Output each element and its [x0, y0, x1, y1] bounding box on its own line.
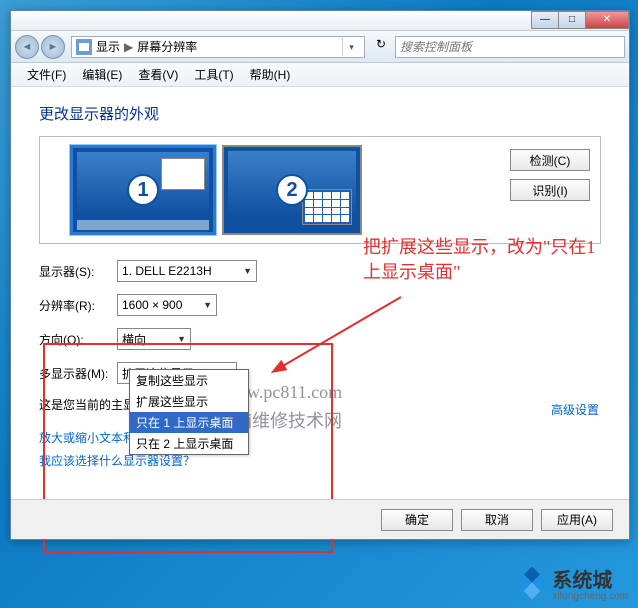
titlebar: — □ ✕: [11, 11, 629, 31]
refresh-button[interactable]: ↻: [371, 37, 391, 57]
advanced-settings-link[interactable]: 高级设置: [551, 401, 599, 418]
monitor-2-badge: 2: [276, 174, 308, 206]
dropdown-opt-extend[interactable]: 扩展这些显示: [130, 391, 248, 412]
dropdown-opt-only1[interactable]: 只在 1 上显示桌面: [130, 412, 248, 433]
multi-display-dropdown: 复制这些显示 扩展这些显示 只在 1 上显示桌面 只在 2 上显示桌面: [129, 369, 249, 455]
chevron-down-icon: ▼: [243, 266, 252, 276]
monitor-preview-area: 1 2 检测(C) 识别(I): [39, 136, 601, 244]
brand-sub: xitongcheng.com: [552, 591, 628, 602]
search-input[interactable]: [395, 36, 625, 58]
control-panel-window: — □ ✕ ◄ ► 显示 ▶ 屏幕分辨率 ▾ ↻ 文件(F) 编辑(E) 查看(…: [10, 10, 630, 540]
display-select-value: 1. DELL E2213H: [122, 264, 212, 278]
address-bar[interactable]: 显示 ▶ 屏幕分辨率 ▾: [71, 36, 365, 58]
minimize-button[interactable]: —: [531, 11, 559, 29]
menu-bar: 文件(F) 编辑(E) 查看(V) 工具(T) 帮助(H): [11, 63, 629, 87]
forward-button[interactable]: ►: [41, 35, 65, 59]
dropdown-opt-only2[interactable]: 只在 2 上显示桌面: [130, 433, 248, 454]
breadcrumb-sep-icon: ▶: [124, 40, 133, 54]
brand-icon: [516, 567, 548, 599]
menu-edit[interactable]: 编辑(E): [74, 64, 130, 85]
nav-toolbar: ◄ ► 显示 ▶ 屏幕分辨率 ▾ ↻: [11, 31, 629, 63]
monitor-1-badge: 1: [127, 174, 159, 206]
menu-help[interactable]: 帮助(H): [242, 64, 299, 85]
dialog-button-bar: 确定 取消 应用(A): [11, 499, 629, 539]
detect-button[interactable]: 检测(C): [510, 149, 590, 171]
breadcrumb-display[interactable]: 显示: [96, 38, 120, 55]
close-button[interactable]: ✕: [585, 11, 629, 29]
brand-watermark: 系统城 xitongcheng.com: [516, 564, 628, 602]
ok-button[interactable]: 确定: [381, 509, 453, 531]
display-label: 显示器(S):: [39, 263, 117, 280]
resolution-select[interactable]: 1600 × 900 ▼: [117, 294, 217, 316]
display-icon: [76, 39, 92, 55]
page-title: 更改显示器的外观: [39, 103, 601, 124]
apply-button[interactable]: 应用(A): [541, 509, 613, 531]
annotation-text: 把扩展这些显示，改为"只在1上显示桌面": [363, 235, 603, 285]
address-dropdown-icon[interactable]: ▾: [342, 38, 360, 56]
maximize-button[interactable]: □: [558, 11, 586, 29]
breadcrumb-resolution[interactable]: 屏幕分辨率: [137, 38, 197, 55]
back-button[interactable]: ◄: [15, 35, 39, 59]
resolution-label: 分辨率(R):: [39, 297, 117, 314]
chevron-down-icon: ▼: [203, 300, 212, 310]
menu-tools[interactable]: 工具(T): [186, 64, 241, 85]
menu-file[interactable]: 文件(F): [19, 64, 74, 85]
identify-button[interactable]: 识别(I): [510, 179, 590, 201]
menu-view[interactable]: 查看(V): [130, 64, 186, 85]
content-area: 更改显示器的外观 1 2 检测(C) 识别(I) 显示器(S): 1. DELL…: [11, 87, 629, 491]
monitor-2[interactable]: 2: [222, 145, 362, 235]
cancel-button[interactable]: 取消: [461, 509, 533, 531]
dropdown-opt-duplicate[interactable]: 复制这些显示: [130, 370, 248, 391]
monitor-1[interactable]: 1: [70, 145, 216, 235]
resolution-select-value: 1600 × 900: [122, 298, 182, 312]
brand-name: 系统城: [552, 570, 612, 592]
display-select[interactable]: 1. DELL E2213H ▼: [117, 260, 257, 282]
